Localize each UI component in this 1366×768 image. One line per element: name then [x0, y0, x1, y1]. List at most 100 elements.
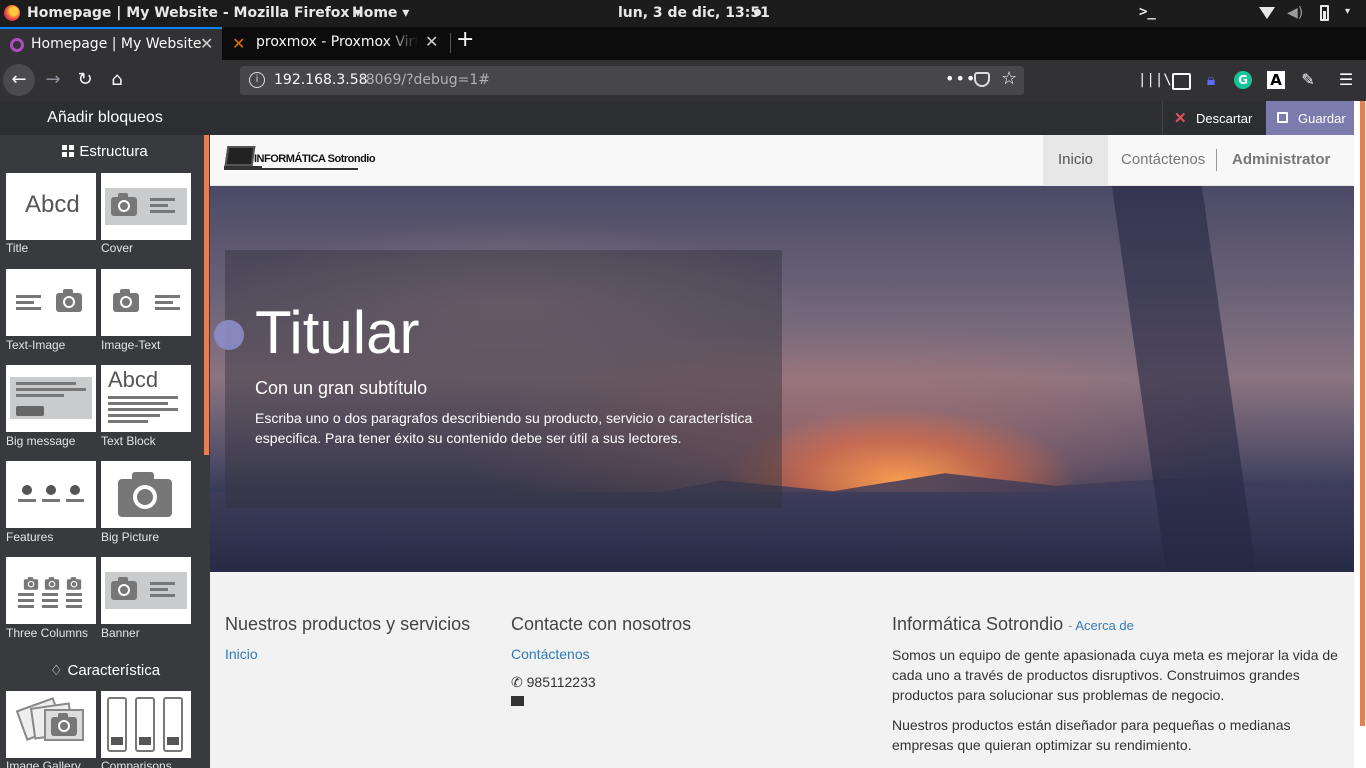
- discard-button[interactable]: ✕ Descartar: [1162, 101, 1266, 135]
- forward-button[interactable]: →: [37, 64, 69, 96]
- menu-icon[interactable]: ☰: [1336, 70, 1356, 90]
- pocket-icon[interactable]: [974, 72, 990, 87]
- volume-icon[interactable]: ◀): [1287, 5, 1303, 21]
- snippet-comparisons[interactable]: [101, 691, 191, 758]
- snippet-features[interactable]: [6, 461, 96, 528]
- clock[interactable]: lun, 3 de dic, 13:51: [618, 5, 770, 21]
- lock-extension-icon[interactable]: 🔒︎: [1201, 70, 1221, 90]
- panel-scrollbar[interactable]: [204, 135, 209, 455]
- snippet-label: Title: [6, 241, 29, 255]
- a-extension-icon[interactable]: A: [1267, 71, 1285, 89]
- footer-link-contactenos[interactable]: Contáctenos: [511, 646, 691, 662]
- snippet-label: Comparisons: [101, 759, 172, 768]
- camera-icon: [56, 289, 82, 312]
- snippet-cover[interactable]: [101, 173, 191, 240]
- camera-icon: [51, 713, 77, 736]
- site-info-icon[interactable]: i: [249, 72, 265, 88]
- page-scrollbar[interactable]: [1354, 101, 1366, 768]
- snippet-big-picture[interactable]: [101, 461, 191, 528]
- app-menu[interactable]: Home ▾: [352, 5, 409, 21]
- gnome-extension-icon[interactable]: ✎: [1298, 70, 1318, 90]
- footer-heading: Informática Sotrondio - Acerca de: [892, 614, 1134, 634]
- odoo-favicon-icon: [10, 38, 24, 52]
- snippet-label: Image-Text: [101, 338, 161, 352]
- snippets-panel: Añadir bloqueos Estructura Abcd Title Co…: [0, 101, 210, 768]
- snippet-label: Text Block: [101, 434, 156, 448]
- footer-phone: ✆ 985112233: [511, 674, 596, 690]
- url-bar[interactable]: i 192.168.3.58 :8069/?debug=1# ••• ☆: [240, 66, 1024, 95]
- wifi-icon[interactable]: [1259, 7, 1275, 19]
- tab-strip: Homepage | My Website ✕ ✕ proxmox - Prox…: [0, 27, 1366, 60]
- category-structure: Estructura: [0, 143, 210, 160]
- grid-icon: [62, 145, 75, 157]
- nav-user-menu[interactable]: Administrator: [1217, 135, 1354, 211]
- window-title[interactable]: Homepage | My Website - Mozilla Firefox …: [27, 5, 361, 21]
- back-button[interactable]: ←: [3, 64, 35, 96]
- close-icon[interactable]: ✕: [200, 34, 213, 53]
- snippet-label: Banner: [101, 626, 140, 640]
- footer-about-text: Somos un equipo de gente apasionada cuya…: [892, 647, 1338, 703]
- snippet-three-columns[interactable]: [6, 557, 96, 624]
- footer-heading: Nuestros productos y servicios: [225, 614, 471, 634]
- nav-inicio[interactable]: Inicio: [1043, 135, 1109, 185]
- tab-homepage[interactable]: Homepage | My Website ✕: [0, 27, 222, 60]
- category-feature: ♢ Característica: [49, 662, 161, 679]
- site-header: INFORMÁTICA Sotrondio Inicio Contáctenos…: [210, 135, 1354, 211]
- snippet-label: Big Picture: [101, 530, 160, 544]
- camera-icon: [111, 577, 137, 600]
- snippet-image-text[interactable]: [101, 269, 191, 336]
- snippet-title[interactable]: Abcd: [6, 173, 96, 240]
- library-icon[interactable]: |||\: [1138, 70, 1172, 90]
- camera-icon: [111, 193, 137, 216]
- page-actions-icon[interactable]: •••: [945, 69, 976, 88]
- footer-products-column: Nuestros productos y servicios Inicio: [225, 614, 470, 662]
- panel-title: Añadir bloqueos: [0, 101, 210, 135]
- grammarly-icon[interactable]: G: [1234, 71, 1252, 89]
- terminal-icon[interactable]: >_: [1139, 4, 1156, 20]
- cover-section[interactable]: Titular Con un gran subtítulo Escriba un…: [210, 186, 1354, 572]
- drag-handle[interactable]: [214, 320, 244, 350]
- battery-icon[interactable]: [1320, 5, 1329, 21]
- hero-body[interactable]: Escriba uno o dos paragrafos describiend…: [255, 408, 755, 448]
- snippet-banner[interactable]: [101, 557, 191, 624]
- tab-label: proxmox - Proxmox Virtual Environment: [256, 34, 418, 50]
- envelope-icon[interactable]: [511, 696, 524, 706]
- home-button[interactable]: ⌂: [101, 64, 133, 96]
- sidebar-icon[interactable]: [1170, 70, 1191, 90]
- footer-about-column: Informática Sotrondio - Acerca de Somos …: [892, 614, 1342, 755]
- bookmark-star-icon[interactable]: ☆: [1001, 68, 1017, 89]
- site-logo[interactable]: INFORMÁTICA Sotrondio: [224, 144, 376, 176]
- snippet-label: Image Gallery: [6, 759, 81, 768]
- diamond-icon: ♢: [49, 662, 63, 678]
- editor-action-bar: ✕ Descartar Guardar: [210, 101, 1366, 135]
- footer-heading: Contacte con nosotros: [511, 614, 692, 634]
- snippet-text-block[interactable]: Abcd: [101, 365, 191, 432]
- tab-separator: [450, 33, 451, 53]
- footer-contact-column: Contacte con nosotros Contáctenos ✆ 9851…: [511, 614, 691, 706]
- chevron-down-icon[interactable]: ▾: [1345, 6, 1350, 17]
- close-icon[interactable]: ✕: [425, 32, 438, 51]
- notification-dot: [754, 9, 761, 16]
- close-icon: ✕: [1174, 110, 1187, 127]
- snippet-image-gallery[interactable]: [6, 691, 96, 758]
- camera-icon: [23, 577, 39, 590]
- hero-title[interactable]: Titular: [255, 298, 419, 367]
- reload-button[interactable]: ↻: [69, 64, 101, 96]
- site-footer: Nuestros productos y servicios Inicio Co…: [210, 572, 1354, 768]
- nav-contactenos[interactable]: Contáctenos: [1106, 135, 1220, 185]
- tab-proxmox[interactable]: ✕ proxmox - Proxmox Virtual Environment …: [222, 27, 450, 60]
- about-link[interactable]: Acerca de: [1075, 618, 1134, 633]
- floppy-disk-icon: [1277, 112, 1288, 123]
- snippet-big-message[interactable]: [6, 365, 96, 432]
- save-button[interactable]: Guardar: [1266, 101, 1354, 135]
- footer-link-inicio[interactable]: Inicio: [225, 646, 470, 662]
- snippet-label: Features: [6, 530, 54, 544]
- new-tab-button[interactable]: +: [456, 27, 474, 52]
- camera-icon: [113, 289, 139, 312]
- snippet-text-image[interactable]: [6, 269, 96, 336]
- url-host: 192.168.3.58: [274, 72, 368, 88]
- url-path: :8069/?debug=1#: [361, 72, 491, 88]
- hero-subtitle[interactable]: Con un gran subtítulo: [255, 378, 427, 399]
- snippet-label: Big message: [6, 434, 76, 448]
- snippet-label: Cover: [101, 241, 134, 255]
